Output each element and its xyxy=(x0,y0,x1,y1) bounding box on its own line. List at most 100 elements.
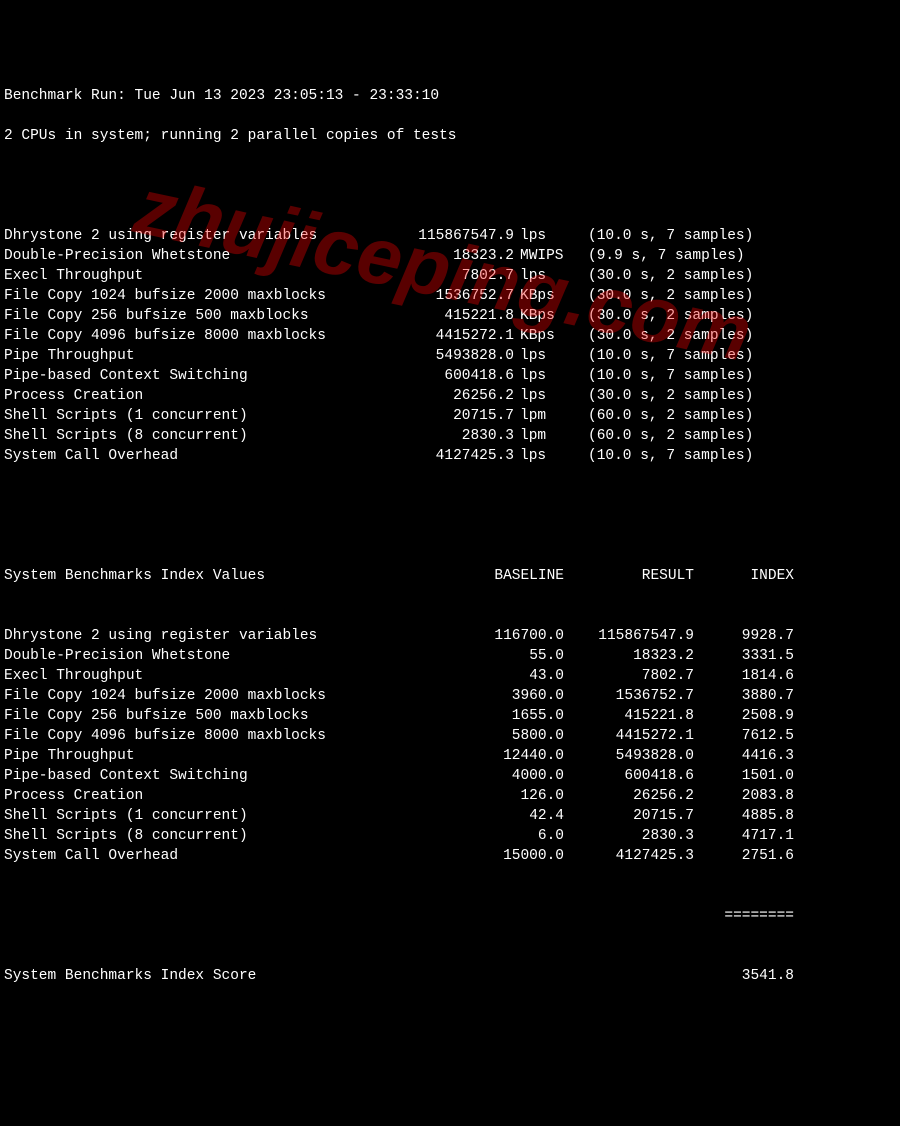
test-name: Shell Scripts (1 concurrent) xyxy=(4,406,394,426)
test-timing: (30.0 s, 2 samples) xyxy=(574,306,753,326)
test-row: File Copy 1024 bufsize 2000 maxblocks153… xyxy=(4,286,896,306)
test-unit: KBps xyxy=(514,306,574,326)
index-name: Pipe Throughput xyxy=(4,746,474,766)
index-baseline: 15000.0 xyxy=(474,846,564,866)
index-row: Pipe Throughput12440.05493828.04416.3 xyxy=(4,746,896,766)
test-value: 115867547.9 xyxy=(394,226,514,246)
index-index: 3880.7 xyxy=(694,686,794,706)
score-row: System Benchmarks Index Score3541.8 xyxy=(4,966,896,986)
index-row: Pipe-based Context Switching4000.0600418… xyxy=(4,766,896,786)
test-timing: (10.0 s, 7 samples) xyxy=(574,226,753,246)
index-row: Shell Scripts (8 concurrent)6.02830.3471… xyxy=(4,826,896,846)
index-index: 9928.7 xyxy=(694,626,794,646)
test-name: Pipe-based Context Switching xyxy=(4,366,394,386)
index-result: 1536752.7 xyxy=(564,686,694,706)
test-name: File Copy 1024 bufsize 2000 maxblocks xyxy=(4,286,394,306)
index-result: 4415272.1 xyxy=(564,726,694,746)
index-index: 2751.6 xyxy=(694,846,794,866)
index-name: Shell Scripts (8 concurrent) xyxy=(4,826,474,846)
index-header-title: System Benchmarks Index Values xyxy=(4,566,474,586)
test-value: 7802.7 xyxy=(394,266,514,286)
index-index: 2083.8 xyxy=(694,786,794,806)
index-baseline: 42.4 xyxy=(474,806,564,826)
test-timing: (30.0 s, 2 samples) xyxy=(574,266,753,286)
test-timing: (10.0 s, 7 samples) xyxy=(574,366,753,386)
test-timing: (30.0 s, 2 samples) xyxy=(574,386,753,406)
test-unit: lpm xyxy=(514,426,574,446)
index-name: Dhrystone 2 using register variables xyxy=(4,626,474,646)
index-index: 2508.9 xyxy=(694,706,794,726)
test-unit: KBps xyxy=(514,286,574,306)
index-name: File Copy 4096 bufsize 8000 maxblocks xyxy=(4,726,474,746)
index-baseline: 12440.0 xyxy=(474,746,564,766)
test-timing: (30.0 s, 2 samples) xyxy=(574,286,753,306)
test-unit: lps xyxy=(514,226,574,246)
test-name: Process Creation xyxy=(4,386,394,406)
test-row: System Call Overhead4127425.3lps(10.0 s,… xyxy=(4,446,896,466)
test-timing: (9.9 s, 7 samples) xyxy=(574,246,745,266)
test-timing: (30.0 s, 2 samples) xyxy=(574,326,753,346)
test-value: 415221.8 xyxy=(394,306,514,326)
index-header-result: RESULT xyxy=(564,566,694,586)
index-result: 5493828.0 xyxy=(564,746,694,766)
score-label: System Benchmarks Index Score xyxy=(4,966,694,986)
test-row: Shell Scripts (8 concurrent)2830.3lpm(60… xyxy=(4,426,896,446)
test-value: 4127425.3 xyxy=(394,446,514,466)
index-baseline: 6.0 xyxy=(474,826,564,846)
index-result: 115867547.9 xyxy=(564,626,694,646)
index-row: File Copy 1024 bufsize 2000 maxblocks396… xyxy=(4,686,896,706)
test-name: Pipe Throughput xyxy=(4,346,394,366)
test-timing: (10.0 s, 7 samples) xyxy=(574,446,753,466)
test-value: 1536752.7 xyxy=(394,286,514,306)
index-index: 3331.5 xyxy=(694,646,794,666)
index-name: Shell Scripts (1 concurrent) xyxy=(4,806,474,826)
index-header-index: INDEX xyxy=(694,566,794,586)
test-name: File Copy 256 bufsize 500 maxblocks xyxy=(4,306,394,326)
test-row: File Copy 256 bufsize 500 maxblocks41522… xyxy=(4,306,896,326)
test-unit: lps xyxy=(514,266,574,286)
tests-section: Dhrystone 2 using register variables1158… xyxy=(4,226,896,466)
test-timing: (60.0 s, 2 samples) xyxy=(574,426,753,446)
score-value: 3541.8 xyxy=(694,966,794,986)
test-row: File Copy 4096 bufsize 8000 maxblocks441… xyxy=(4,326,896,346)
test-row: Pipe-based Context Switching600418.6lps(… xyxy=(4,366,896,386)
test-row: Process Creation26256.2lps(30.0 s, 2 sam… xyxy=(4,386,896,406)
test-value: 2830.3 xyxy=(394,426,514,446)
index-row: Execl Throughput43.07802.71814.6 xyxy=(4,666,896,686)
blank-line xyxy=(4,506,896,526)
index-index: 4416.3 xyxy=(694,746,794,766)
index-result: 20715.7 xyxy=(564,806,694,826)
index-result: 26256.2 xyxy=(564,786,694,806)
test-row: Shell Scripts (1 concurrent)20715.7lpm(6… xyxy=(4,406,896,426)
test-value: 20715.7 xyxy=(394,406,514,426)
test-unit: MWIPS xyxy=(514,246,574,266)
index-result: 2830.3 xyxy=(564,826,694,846)
index-row: Double-Precision Whetstone55.018323.2333… xyxy=(4,646,896,666)
index-baseline: 3960.0 xyxy=(474,686,564,706)
index-row: File Copy 256 bufsize 500 maxblocks1655.… xyxy=(4,706,896,726)
index-baseline: 55.0 xyxy=(474,646,564,666)
index-baseline: 116700.0 xyxy=(474,626,564,646)
test-unit: KBps xyxy=(514,326,574,346)
test-value: 26256.2 xyxy=(394,386,514,406)
index-section: Dhrystone 2 using register variables1167… xyxy=(4,626,896,866)
index-row: Shell Scripts (1 concurrent)42.420715.74… xyxy=(4,806,896,826)
test-value: 5493828.0 xyxy=(394,346,514,366)
test-row: Execl Throughput7802.7lps(30.0 s, 2 samp… xyxy=(4,266,896,286)
index-baseline: 4000.0 xyxy=(474,766,564,786)
index-index: 4885.8 xyxy=(694,806,794,826)
test-name: File Copy 4096 bufsize 8000 maxblocks xyxy=(4,326,394,346)
index-name: File Copy 1024 bufsize 2000 maxblocks xyxy=(4,686,474,706)
index-name: Execl Throughput xyxy=(4,666,474,686)
index-name: Process Creation xyxy=(4,786,474,806)
index-name: Double-Precision Whetstone xyxy=(4,646,474,666)
test-timing: (10.0 s, 7 samples) xyxy=(574,346,753,366)
index-result: 415221.8 xyxy=(564,706,694,726)
index-header-baseline: BASELINE xyxy=(474,566,564,586)
index-index: 1501.0 xyxy=(694,766,794,786)
test-value: 600418.6 xyxy=(394,366,514,386)
index-row: Process Creation126.026256.22083.8 xyxy=(4,786,896,806)
index-result: 7802.7 xyxy=(564,666,694,686)
blank-line xyxy=(4,166,896,186)
test-value: 18323.2 xyxy=(394,246,514,266)
